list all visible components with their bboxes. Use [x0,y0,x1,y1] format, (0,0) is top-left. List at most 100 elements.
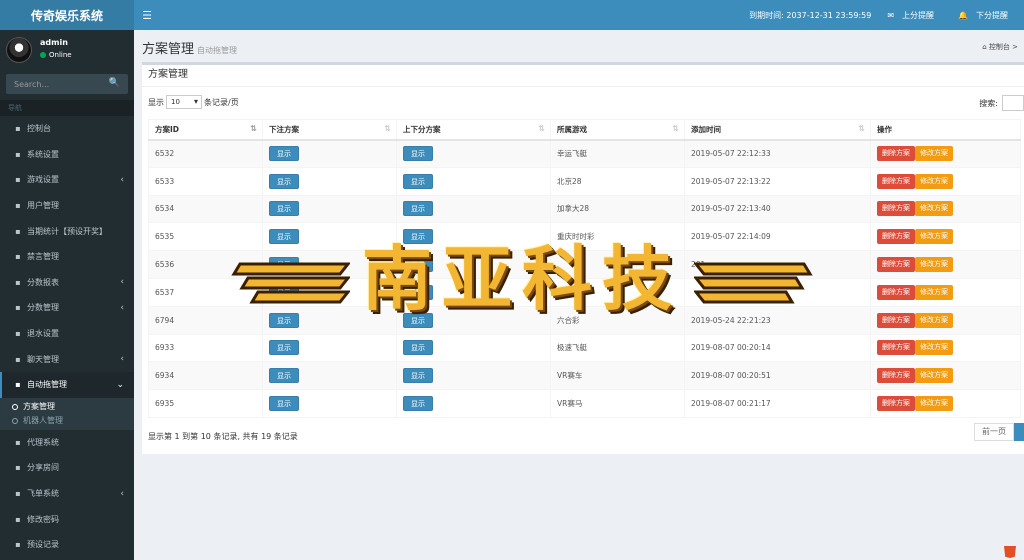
cell-game: 重庆时时彩 [550,222,685,252]
col-id[interactable]: 方案ID ⇅ [148,119,263,141]
show-score-plan-button[interactable]: 显示 [403,284,433,300]
delete-plan-button[interactable]: 删除方案 [877,257,915,273]
chevron-left-icon: ‹ [120,174,124,185]
sidebar-item[interactable]: ▪ 分享房间 [0,455,134,481]
chart-icon: ▪ [15,226,21,236]
chat-icon: ▪ [15,354,21,364]
delete-plan-button[interactable]: 删除方案 [877,368,915,384]
sidebar-item[interactable]: ▪ 聊天管理 ‹ [0,346,134,372]
search-icon[interactable]: 🔍 [109,78,120,88]
prev-page-button[interactable]: 前一页 [974,423,1014,441]
show-score-plan-button[interactable]: 显示 [403,173,433,189]
hamburger-icon[interactable]: ☰ [134,0,160,30]
edit-plan-button[interactable]: 修改方案 [915,229,953,245]
up-reminder-link[interactable]: ✉ 上分提醒 [879,10,950,21]
sidebar-item[interactable]: ▪ 飞单系统 ‹ [0,481,134,507]
cell-id: 6537 [148,277,263,307]
delete-plan-button[interactable]: 删除方案 [877,312,915,328]
cell-score-plan: 显示 [396,389,551,418]
sidebar-item[interactable]: ▪ 分数报表 ‹ [0,270,134,296]
sub-menu-item[interactable]: 机器人管理 [0,414,134,428]
show-score-plan-button[interactable]: 显示 [403,257,433,273]
cell-score-plan: 显示 [396,305,551,335]
table-row: 6535 显示 显示 重庆时时彩 2019-05-07 22:14:09 删除方案 修改方案 [148,222,1021,252]
cell-actions: 删除方案 修改方案 [870,277,1021,307]
edit-plan-button[interactable]: 修改方案 [915,201,953,217]
edit-plan-button[interactable]: 修改方案 [915,312,953,328]
sidebar-item[interactable]: ▪ 代理系统 [0,430,134,456]
show-bet-plan-button[interactable]: 显示 [269,146,299,162]
show-bet-plan-button[interactable]: 显示 [269,396,299,412]
show-score-plan-button[interactable]: 显示 [403,396,433,412]
show-bet-plan-button[interactable]: 显示 [269,173,299,189]
delete-plan-button[interactable]: 删除方案 [877,146,915,162]
sidebar-item[interactable]: ▪ 系统设置 [0,142,134,168]
sidebar-item[interactable]: ▪ 游戏设置 ‹ [0,167,134,193]
cell-bet-plan: 显示 [262,389,397,418]
show-bet-plan-button[interactable]: 显示 [269,201,299,217]
cell-time: 2019-08-07 00:21:17 [684,389,871,418]
delete-plan-button[interactable]: 删除方案 [877,284,915,300]
delete-plan-button[interactable]: 删除方案 [877,229,915,245]
edit-plan-button[interactable]: 修改方案 [915,257,953,273]
nav-header: 导航 [0,100,134,116]
edit-plan-button[interactable]: 修改方案 [915,284,953,300]
cell-game: 六合彩 [550,305,685,335]
sidebar-item[interactable]: ▪ 修改密码 [0,506,134,532]
show-score-plan-button[interactable]: 显示 [403,340,433,356]
show-bet-plan-button[interactable]: 显示 [269,284,299,300]
sidebar-item[interactable]: ▪ 禁言管理 [0,244,134,270]
html5-icon [1004,546,1016,558]
col-game[interactable]: 所属游戏 ⇅ [550,119,685,141]
sidebar-item[interactable]: ▪ 退水设置 [0,321,134,347]
cell-bet-plan: 显示 [262,333,397,363]
app-logo[interactable]: 传奇娱乐系统 [0,0,134,30]
edit-plan-button[interactable]: 修改方案 [915,396,953,412]
delete-plan-button[interactable]: 删除方案 [877,201,915,217]
show-bet-plan-button[interactable]: 显示 [269,257,299,273]
show-score-plan-button[interactable]: 显示 [403,146,433,162]
filter-input[interactable] [1002,95,1024,111]
col-bet-plan[interactable]: 下注方案 ⇅ [262,119,397,141]
delete-plan-button[interactable]: 删除方案 [877,173,915,189]
sidebar-item[interactable]: ▪ 用户管理 [0,193,134,219]
col-time[interactable]: 添加时间 ⇅ [684,119,871,141]
length-select[interactable]: 10 [166,95,202,109]
delete-plan-button[interactable]: 删除方案 [877,340,915,356]
sidebar-item[interactable]: ▪ 当期统计【预设开奖】 [0,218,134,244]
circle-icon [12,403,18,410]
edit-plan-button[interactable]: 修改方案 [915,173,953,189]
show-bet-plan-button[interactable]: 显示 [269,368,299,384]
show-bet-plan-button[interactable]: 显示 [269,229,299,245]
edit-plan-button[interactable]: 修改方案 [915,146,953,162]
sidebar-item-label: 预设记录 [27,540,59,550]
breadcrumb[interactable]: ⌂ 控制台 > [982,42,1018,52]
col-game-label: 所属游戏 [557,124,587,134]
cell-game [550,250,685,279]
down-reminder-link[interactable]: 🔔 下分提醒 [950,10,1024,21]
show-score-plan-button[interactable]: 显示 [403,201,433,217]
edit-plan-button[interactable]: 修改方案 [915,368,953,384]
edit-plan-button[interactable]: 修改方案 [915,340,953,356]
sidebar-item-label: 自动拖管理 [27,380,67,390]
show-score-plan-button[interactable]: 显示 [403,229,433,245]
down-reminder-label: 下分提醒 [976,10,1008,20]
sidebar-item[interactable]: ▪ 预设记录 [0,532,134,558]
show-score-plan-button[interactable]: 显示 [403,312,433,328]
chevron-left-icon: ‹ [120,302,124,313]
breadcrumb-item: 控制台 [988,43,1010,51]
sidebar: admin Online 🔍 导航 ▪ 控制台 ▪ 系统设置 ▪ 游戏设置 ‹ ▪ 用户管理 ▪ 当… [0,30,134,560]
show-bet-plan-button[interactable]: 显示 [269,340,299,356]
search-input[interactable] [6,74,106,94]
sidebar-item-label: 退水设置 [27,329,59,339]
col-score-plan[interactable]: 上下分方案 ⇅ [396,119,551,141]
show-score-plan-button[interactable]: 显示 [403,368,433,384]
sidebar-item[interactable]: ▪ 分数管理 ‹ [0,295,134,321]
delete-plan-button[interactable]: 删除方案 [877,396,915,412]
cell-score-plan: 显示 [396,250,551,279]
sidebar-item[interactable]: ▪ 控制台 [0,116,134,142]
show-bet-plan-button[interactable]: 显示 [269,312,299,328]
page-1-button[interactable] [1014,423,1024,441]
sub-menu-item[interactable]: 方案管理 [0,400,134,414]
sidebar-item[interactable]: ▪ 自动拖管理 ⌄ [0,371,134,398]
